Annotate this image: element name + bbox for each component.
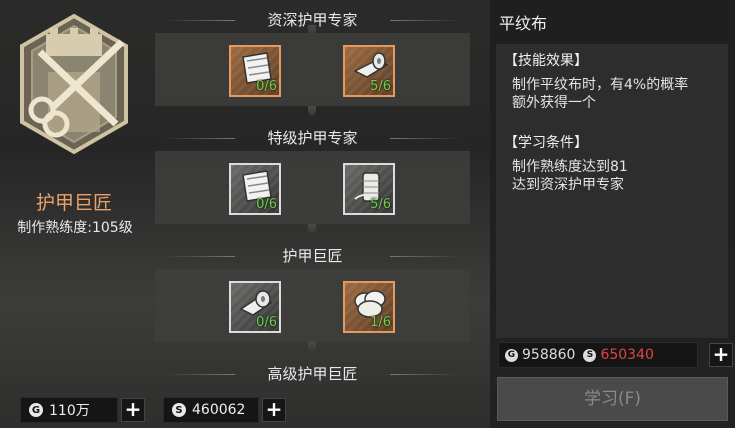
tier-connector	[308, 106, 316, 116]
skill-progress: 0/6	[256, 197, 277, 212]
tier-title-armor-master: 护甲巨匠	[155, 245, 470, 266]
profession-level: 制作熟练度:105级	[17, 220, 133, 236]
tier-band-2	[155, 151, 470, 224]
armor-craft-emblem-icon	[20, 13, 128, 155]
gold-owned: 958860	[522, 347, 576, 363]
silver-coin-icon: S	[583, 348, 597, 362]
skill-fabric-roll[interactable]: 5/6	[343, 45, 395, 97]
skill-progress: 1/6	[370, 315, 391, 330]
profession-name: 护甲巨匠	[35, 192, 112, 214]
skill-progress: 0/6	[256, 315, 277, 330]
tier-title-master-armor-expert: 特级护甲专家	[155, 127, 470, 148]
skill-detail-panel: 平纹布 【技能效果】 制作平纹布时，有4%的概率 额外获得一个 【学习条件】 制…	[490, 0, 735, 428]
gold-amount: 110万	[49, 403, 90, 419]
condition-line-2: 达到资深护甲专家	[512, 177, 624, 193]
condition-header: 【学习条件】	[504, 135, 588, 151]
tier-title-senior-armor-master: 高级护甲巨匠	[155, 363, 470, 384]
skill-thread-spool[interactable]: 5/6	[343, 163, 395, 215]
silver-cost-insufficient: 650340	[600, 347, 654, 363]
condition-line-1: 制作熟练度达到81	[512, 159, 628, 175]
silver-coin-icon: S	[172, 403, 186, 417]
skill-progress: 0/6	[256, 79, 277, 94]
skill-cloth-bundle[interactable]: 0/6	[229, 163, 281, 215]
gold-coin-icon: G	[505, 348, 518, 362]
skill-fabric-roll-2[interactable]: 0/6	[229, 281, 281, 333]
silver-amount: 460062	[192, 402, 246, 418]
learn-cost-display: G 958860 S 650340	[498, 342, 698, 368]
silver-currency-display: S 460062	[163, 397, 259, 423]
tier-connector	[308, 342, 316, 352]
tier-band-1	[155, 33, 470, 106]
skill-plain-cloth[interactable]: 0/6	[229, 45, 281, 97]
tier-band-3	[155, 269, 470, 342]
effect-header: 【技能效果】	[504, 53, 588, 69]
skill-wool-bundle[interactable]: 1/6	[343, 281, 395, 333]
effect-line-1: 制作平纹布时，有4%的概率	[512, 77, 689, 93]
skill-detail-title: 平纹布	[499, 14, 548, 33]
gold-coin-icon: G	[29, 403, 43, 417]
skill-progress: 5/6	[370, 197, 391, 212]
learn-button[interactable]: 学习(F)	[497, 377, 728, 421]
gold-currency-display: G 110万	[20, 397, 118, 423]
skill-progress: 5/6	[370, 79, 391, 94]
add-gold-button[interactable]: +	[121, 398, 145, 422]
effect-line-2: 额外获得一个	[512, 95, 596, 111]
add-silver-button[interactable]: +	[262, 398, 286, 422]
add-currency-button[interactable]: +	[709, 343, 733, 367]
skill-detail-body: 【技能效果】 制作平纹布时，有4%的概率 额外获得一个 【学习条件】 制作熟练度…	[496, 44, 728, 338]
tier-connector	[308, 224, 316, 234]
